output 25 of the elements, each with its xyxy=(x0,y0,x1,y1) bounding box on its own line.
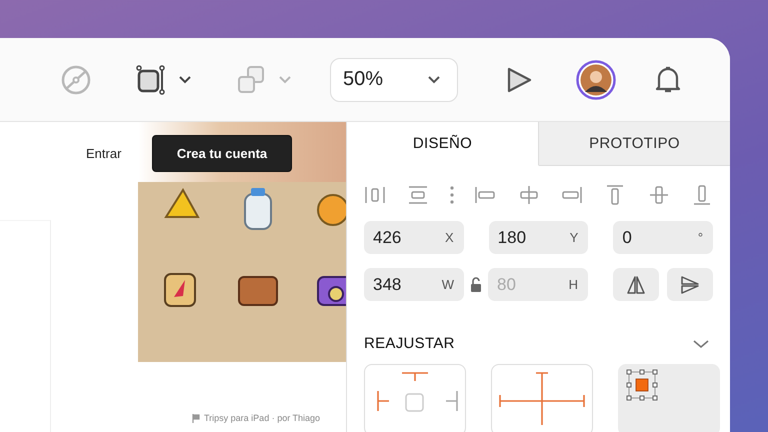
avatar[interactable] xyxy=(576,60,616,100)
flip-vertical-button[interactable] xyxy=(667,268,713,301)
bell-icon[interactable] xyxy=(654,64,682,94)
input-field[interactable]: 180 Y xyxy=(488,221,588,254)
resize-option[interactable] xyxy=(618,364,720,432)
input-field[interactable]: 426 X xyxy=(364,221,464,254)
frame-icon[interactable] xyxy=(136,64,166,94)
flip-horizontal-icon xyxy=(626,274,646,294)
flag-icon xyxy=(192,414,200,422)
play-icon[interactable] xyxy=(506,66,532,92)
input-field[interactable]: 348 W xyxy=(364,268,464,301)
chevron-icon[interactable] xyxy=(692,338,710,350)
flip-horizontal-button[interactable] xyxy=(613,268,659,301)
unlocked-padlock-icon[interactable] xyxy=(470,276,482,292)
resize-option[interactable] xyxy=(491,364,593,432)
signup-button[interactable]: Crea tu cuenta xyxy=(152,135,292,172)
zoom-dropdown[interactable]: 50% xyxy=(330,58,458,102)
panel-tab[interactable]: PROTOTIPO xyxy=(539,122,730,166)
input-field[interactable]: 0 ° xyxy=(613,221,714,254)
section-title: REAJUSTAR xyxy=(364,335,455,352)
login-link[interactable]: Entrar xyxy=(86,146,122,161)
caret-icon xyxy=(427,74,441,84)
footer-text: Tripsy para iPad · por Thiago xyxy=(204,413,320,423)
caret-icon[interactable] xyxy=(178,74,192,84)
flip-vertical-icon xyxy=(680,274,700,294)
